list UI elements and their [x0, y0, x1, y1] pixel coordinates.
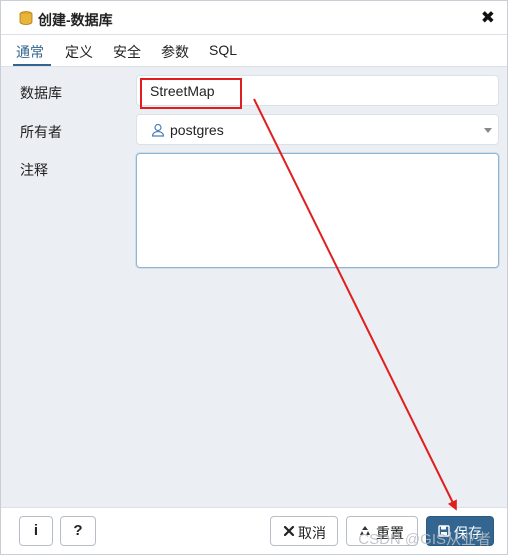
- general-form: 数据库 StreetMap 所有者 postgres 注释: [1, 67, 507, 507]
- owner-label: 所有者: [20, 124, 62, 140]
- owner-select[interactable]: postgres: [136, 114, 499, 145]
- close-icon: [283, 525, 295, 537]
- info-icon: i: [33, 522, 39, 539]
- dialog-title: 创建-数据库: [38, 12, 113, 28]
- annotation-highlight-box: [140, 78, 242, 109]
- owner-value: postgres: [170, 122, 224, 138]
- tab-bar: 通常 定义 安全 参数 SQL: [1, 36, 507, 67]
- close-icon[interactable]: ✖: [481, 9, 495, 27]
- tab-definition[interactable]: 定义: [65, 42, 93, 62]
- cancel-label: 取消: [298, 525, 326, 541]
- database-label: 数据库: [20, 85, 62, 101]
- comment-textarea[interactable]: [136, 153, 499, 268]
- tab-security[interactable]: 安全: [113, 42, 141, 62]
- comment-label: 注释: [20, 162, 48, 178]
- tab-general[interactable]: 通常: [16, 42, 44, 62]
- help-icon: ?: [73, 522, 83, 539]
- tab-parameters[interactable]: 参数: [161, 42, 189, 62]
- chevron-down-icon: [484, 128, 492, 133]
- tab-sql[interactable]: SQL: [209, 42, 237, 58]
- help-button[interactable]: ?: [60, 516, 96, 546]
- create-database-dialog: 创建-数据库 ✖ 通常 定义 安全 参数 SQL 数据库 StreetMap 所…: [0, 0, 508, 555]
- user-icon: [151, 123, 165, 137]
- database-icon: [19, 11, 33, 25]
- active-tab-indicator: [13, 64, 51, 66]
- dialog-titlebar: 创建-数据库 ✖: [1, 1, 507, 35]
- info-button[interactable]: i: [19, 516, 53, 546]
- watermark-text: CSDN @GIS从业者: [358, 531, 491, 548]
- cancel-button[interactable]: 取消: [270, 516, 338, 546]
